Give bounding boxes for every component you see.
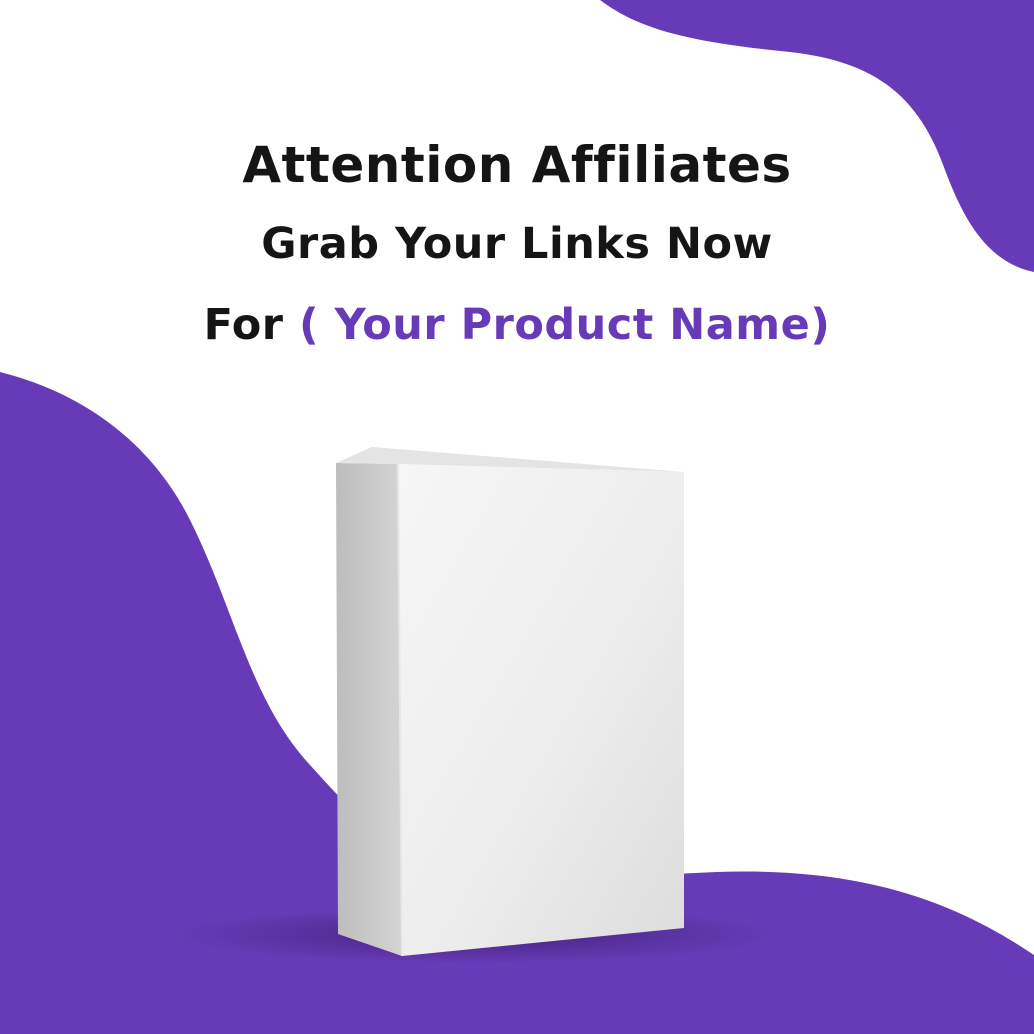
product-name-placeholder: ( Your Product Name) xyxy=(298,300,831,350)
headline-attention: Attention Affiliates xyxy=(242,136,792,194)
promo-canvas: Attention Affiliates Grab Your Links Now… xyxy=(0,0,1034,1034)
headline-product-line: For ( Your Product Name) xyxy=(0,300,1034,350)
headline-grab-links: Grab Your Links Now xyxy=(261,219,773,269)
headline-for-label: For xyxy=(203,300,284,350)
